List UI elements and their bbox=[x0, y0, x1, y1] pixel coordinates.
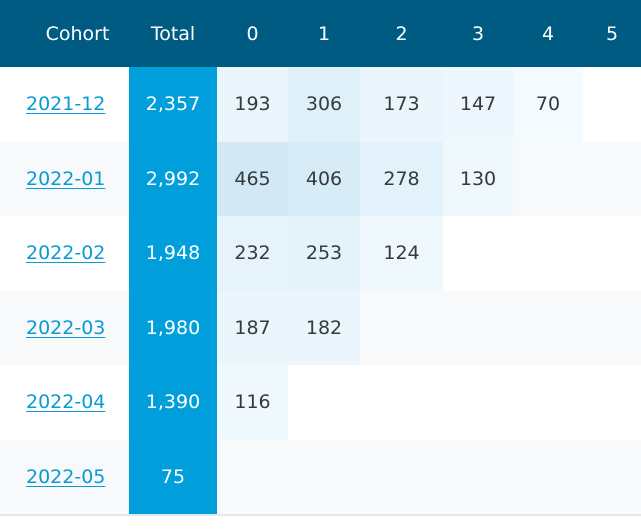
period-2-cell: 278 bbox=[360, 141, 443, 216]
period-2-cell: 173 bbox=[360, 67, 443, 142]
period-1-cell: 182 bbox=[288, 290, 360, 365]
header-period-2[interactable]: 2 bbox=[360, 0, 443, 67]
total-cell: 75 bbox=[129, 439, 217, 514]
period-0-cell: 116 bbox=[217, 365, 288, 440]
period-3-cell: 147 bbox=[443, 67, 513, 142]
table-row: 2022-02 1,948 232 253 124 bbox=[0, 216, 641, 291]
table-header: Cohort Total 0 1 2 3 4 5 bbox=[0, 0, 641, 67]
period-4-cell bbox=[513, 142, 583, 217]
header-total[interactable]: Total bbox=[129, 0, 217, 67]
period-1-cell: 253 bbox=[288, 216, 360, 291]
period-4-cell: 70 bbox=[513, 67, 583, 142]
cohort-cell: 2022-05 bbox=[0, 440, 129, 515]
period-5-cell bbox=[583, 142, 641, 217]
cohort-link[interactable]: 2022-02 bbox=[26, 242, 105, 264]
period-0-cell bbox=[217, 440, 288, 515]
header-period-0[interactable]: 0 bbox=[217, 0, 288, 67]
period-0-cell: 232 bbox=[217, 216, 288, 291]
period-3-cell bbox=[443, 216, 513, 291]
table-bottom-border bbox=[0, 514, 641, 516]
period-0-cell: 193 bbox=[217, 67, 288, 142]
period-1-cell: 306 bbox=[288, 67, 360, 142]
table-row: 2022-05 75 bbox=[0, 439, 641, 515]
period-1-cell bbox=[288, 440, 360, 515]
period-3-cell bbox=[443, 440, 513, 515]
cohort-table: Cohort Total 0 1 2 3 4 5 2021-12 2,357 193… bbox=[0, 0, 641, 516]
table-row: 2022-04 1,390 116 bbox=[0, 365, 641, 440]
cohort-link[interactable]: 2022-03 bbox=[26, 317, 105, 339]
period-3-cell bbox=[443, 291, 513, 366]
total-cell: 1,948 bbox=[129, 216, 217, 291]
cohort-link[interactable]: 2021-12 bbox=[26, 93, 105, 115]
cohort-link[interactable]: 2022-05 bbox=[26, 466, 105, 488]
period-4-cell bbox=[513, 365, 583, 440]
period-0-cell: 187 bbox=[217, 290, 288, 365]
period-2-cell bbox=[360, 291, 443, 366]
period-4-cell bbox=[513, 440, 583, 515]
cohort-link[interactable]: 2022-04 bbox=[26, 391, 105, 413]
cohort-cell: 2022-04 bbox=[0, 365, 129, 440]
header-period-4[interactable]: 4 bbox=[513, 0, 583, 67]
cohort-cell: 2022-02 bbox=[0, 216, 129, 291]
total-cell: 2,992 bbox=[129, 141, 217, 216]
table-row: 2022-01 2,992 465 406 278 130 bbox=[0, 141, 641, 217]
cohort-cell: 2022-01 bbox=[0, 142, 129, 217]
total-cell: 1,980 bbox=[129, 290, 217, 365]
header-period-1[interactable]: 1 bbox=[288, 0, 360, 67]
table-row: 2022-03 1,980 187 182 bbox=[0, 290, 641, 366]
header-cohort[interactable]: Cohort bbox=[0, 0, 129, 67]
period-0-cell: 465 bbox=[217, 141, 288, 216]
period-5-cell bbox=[583, 216, 641, 291]
header-period-3[interactable]: 3 bbox=[443, 0, 513, 67]
period-4-cell bbox=[513, 291, 583, 366]
header-period-5[interactable]: 5 bbox=[583, 0, 641, 67]
period-2-cell: 124 bbox=[360, 216, 443, 291]
period-3-cell bbox=[443, 365, 513, 440]
period-5-cell bbox=[583, 67, 641, 142]
total-cell: 1,390 bbox=[129, 365, 217, 440]
period-2-cell bbox=[360, 440, 443, 515]
period-3-cell: 130 bbox=[443, 141, 513, 216]
cohort-link[interactable]: 2022-01 bbox=[26, 168, 105, 190]
period-5-cell bbox=[583, 440, 641, 515]
period-1-cell: 406 bbox=[288, 141, 360, 216]
total-cell: 2,357 bbox=[129, 67, 217, 142]
table-row: 2021-12 2,357 193 306 173 147 70 bbox=[0, 67, 641, 142]
period-4-cell bbox=[513, 216, 583, 291]
period-5-cell bbox=[583, 365, 641, 440]
cohort-cell: 2021-12 bbox=[0, 67, 129, 142]
period-5-cell bbox=[583, 291, 641, 366]
period-1-cell bbox=[288, 365, 360, 440]
cohort-cell: 2022-03 bbox=[0, 291, 129, 366]
period-2-cell bbox=[360, 365, 443, 440]
